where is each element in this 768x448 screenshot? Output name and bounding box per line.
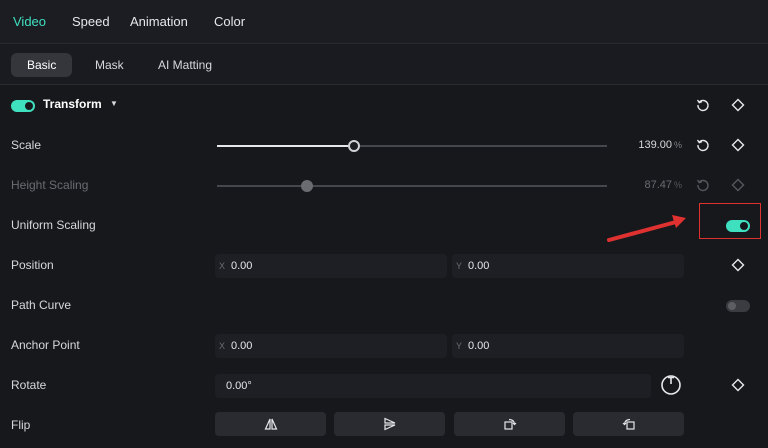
scale-value: 139.00%: [638, 139, 682, 151]
scale-slider[interactable]: [217, 140, 607, 152]
path-curve-toggle[interactable]: [726, 300, 750, 312]
rotate-clockwise-icon: [503, 418, 516, 430]
tab-video[interactable]: Video: [13, 14, 46, 29]
rotate-clockwise-button[interactable]: [454, 412, 565, 436]
keyframe-diamond-icon[interactable]: [730, 377, 746, 393]
position-x-value: 0.00: [231, 260, 253, 272]
position-label: Position: [11, 258, 54, 272]
keyframe-diamond-icon[interactable]: [730, 257, 746, 273]
anchor-y-value: 0.00: [468, 340, 490, 352]
transform-toggle[interactable]: [11, 100, 35, 112]
rotate-row: Rotate 0.00°: [0, 366, 768, 406]
rotate-label: Rotate: [11, 378, 47, 392]
subtab-basic[interactable]: Basic: [11, 53, 73, 77]
flip-horizontal-icon: [264, 418, 277, 430]
slider-thumb[interactable]: [347, 140, 360, 152]
annotation-arrow: [607, 215, 686, 242]
position-y-field[interactable]: Y 0.00: [452, 254, 684, 278]
flip-vertical-button[interactable]: [334, 412, 445, 436]
position-row: Position X 0.00 Y 0.00: [0, 246, 768, 286]
caret-down-icon[interactable]: ▼: [110, 99, 118, 108]
path-curve-row: Path Curve: [0, 286, 768, 326]
rotate-value: 0.00°: [226, 380, 252, 392]
rotate-field[interactable]: 0.00°: [215, 374, 651, 398]
height-scaling-label: Height Scaling: [11, 178, 89, 192]
keyframe-diamond-icon[interactable]: [730, 137, 746, 153]
top-tab-bar: Video Speed Animation Color: [0, 0, 768, 44]
transform-header: Transform ▼: [0, 86, 768, 126]
slider-thumb: [300, 180, 313, 192]
scale-label: Scale: [11, 138, 42, 152]
position-x-field[interactable]: X 0.00: [215, 254, 447, 278]
axis-label: Y: [456, 261, 463, 271]
sub-tab-bar: Basic Mask AI Matting: [0, 45, 768, 85]
anchor-x-value: 0.00: [231, 340, 253, 352]
uniform-scaling-label: Uniform Scaling: [11, 218, 96, 232]
section-title: Transform: [43, 97, 102, 111]
height-scaling-value: 87.47%: [644, 179, 682, 191]
height-scaling-slider: [217, 180, 607, 192]
flip-horizontal-button[interactable]: [215, 412, 326, 436]
path-curve-label: Path Curve: [11, 298, 72, 312]
position-y-value: 0.00: [468, 260, 490, 272]
scale-row: Scale 139.00%: [0, 126, 768, 166]
flip-vertical-icon: [383, 417, 395, 431]
anchor-point-label: Anchor Point: [11, 338, 80, 352]
tab-speed[interactable]: Speed: [72, 14, 110, 29]
reset-icon[interactable]: [695, 137, 711, 153]
axis-label: Y: [456, 341, 463, 351]
rotate-counterclockwise-button[interactable]: [573, 412, 684, 436]
height-scaling-row: Height Scaling 87.47%: [0, 166, 768, 206]
tab-animation[interactable]: Animation: [130, 14, 188, 29]
uniform-scaling-toggle[interactable]: [726, 220, 750, 232]
rotate-dial-icon[interactable]: [660, 374, 682, 396]
keyframe-diamond-icon: [730, 177, 746, 193]
subtab-ai-matting[interactable]: AI Matting: [142, 53, 228, 77]
reset-icon[interactable]: [695, 97, 711, 113]
subtab-mask[interactable]: Mask: [79, 53, 140, 77]
anchor-point-row: Anchor Point X 0.00 Y 0.00: [0, 326, 768, 366]
keyframe-diamond-icon[interactable]: [730, 97, 746, 113]
tab-color[interactable]: Color: [214, 14, 245, 29]
rotate-counterclockwise-icon: [622, 418, 635, 430]
axis-label: X: [219, 341, 226, 351]
flip-label: Flip: [11, 418, 31, 432]
axis-label: X: [219, 261, 226, 271]
reset-icon: [695, 177, 711, 193]
flip-row: Flip: [0, 406, 768, 446]
anchor-y-field[interactable]: Y 0.00: [452, 334, 684, 358]
anchor-x-field[interactable]: X 0.00: [215, 334, 447, 358]
